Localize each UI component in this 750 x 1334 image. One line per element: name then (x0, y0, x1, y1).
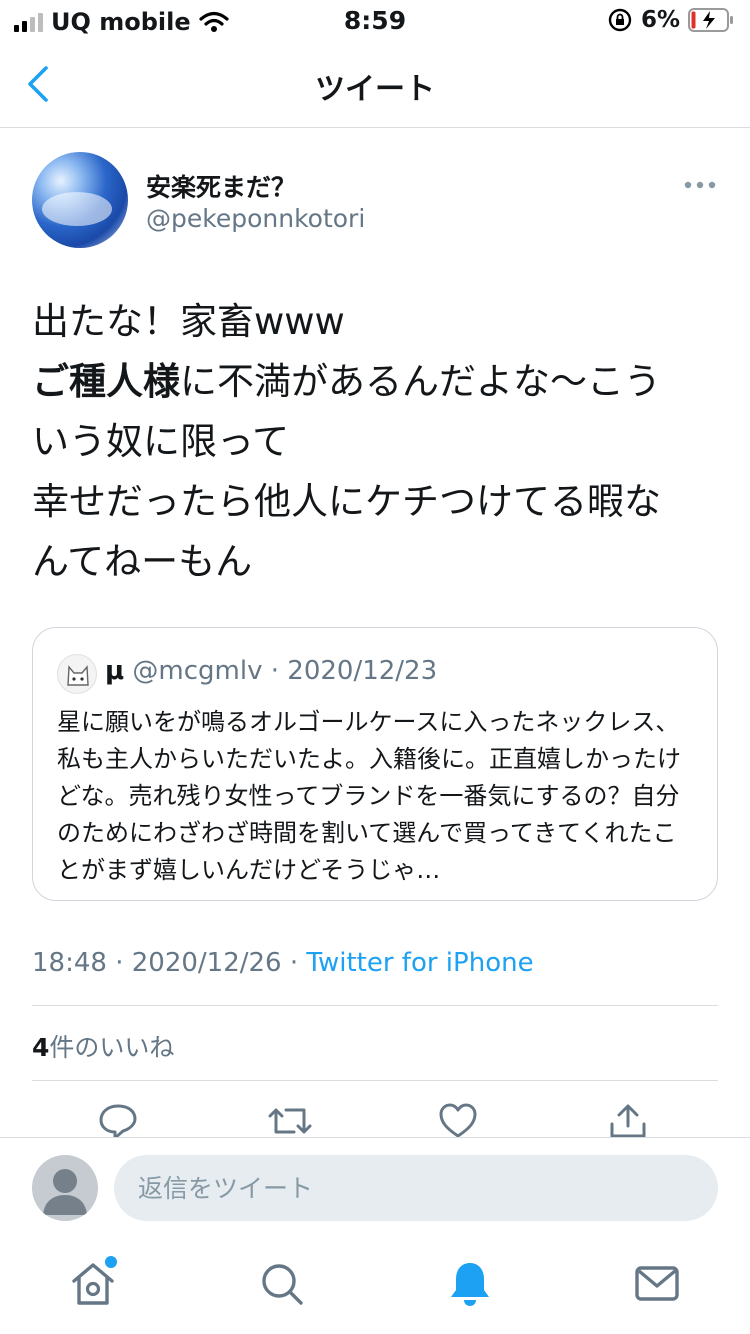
tab-bar (0, 1239, 750, 1334)
tweet-source-link[interactable]: Twitter for iPhone (306, 948, 533, 978)
tweet-line: ご種人様に不満があるんだよな〜こう (32, 352, 722, 412)
likes-label: 件のいいね (49, 1033, 175, 1062)
tweet-meta: 18:48 · 2020/12/26 · Twitter for iPhone (32, 948, 534, 978)
tweet-time: 18:48 (32, 948, 107, 978)
quoted-author-avatar (57, 654, 97, 694)
divider (32, 1080, 718, 1081)
orientation-lock-icon (608, 8, 632, 32)
tweet-line: んてねーもん (32, 540, 253, 583)
tweet-line: 出たな！家畜www (32, 300, 345, 343)
tweet-line: 幸せだったら他人にケチつけてる暇な (32, 480, 661, 523)
retweet-icon[interactable] (268, 1102, 312, 1138)
nav-bar: ツイート (0, 44, 750, 128)
reply-input[interactable] (114, 1155, 718, 1221)
author-handle[interactable]: @pekeponnkotori (146, 204, 365, 233)
divider (32, 1005, 718, 1006)
quoted-author-handle: @mcgmlv (132, 656, 263, 686)
likes-count: 4 (32, 1033, 50, 1062)
tweet-text: 出たな！家畜www ご種人様に不満があるんだよな〜こう いう奴に限って 幸せだっ… (32, 292, 722, 592)
messages-icon[interactable] (632, 1259, 682, 1309)
battery-icon (688, 8, 733, 32)
tweet-bold-text: ご種人様 (32, 360, 180, 403)
battery-percent: 6% (640, 7, 680, 33)
quoted-tweet[interactable]: μ @mcgmlv · 2020/12/23 星に願いをが鳴るオルゴールケースに… (32, 627, 718, 901)
status-bar: UQ mobile 8:59 6% (0, 0, 750, 44)
meta-separator: · (115, 948, 124, 978)
meta-separator: · (289, 948, 299, 978)
like-icon[interactable] (438, 1102, 478, 1138)
comment-icon[interactable] (98, 1102, 138, 1138)
page-title: ツイート (315, 72, 435, 107)
tweet-date: 2020/12/26 (131, 948, 282, 978)
user-avatar[interactable] (32, 1155, 98, 1221)
home-new-dot (105, 1256, 117, 1268)
reply-bar (0, 1137, 750, 1239)
notifications-icon[interactable] (445, 1259, 495, 1309)
likes-link[interactable]: 4件のいいね (32, 1028, 174, 1064)
author-avatar[interactable] (32, 152, 128, 248)
share-icon[interactable] (608, 1102, 648, 1138)
quoted-tweet-header: μ @mcgmlv · 2020/12/23 (105, 656, 437, 686)
tweet-line: いう奴に限って (32, 420, 290, 463)
quoted-separator: · (270, 656, 280, 686)
author-name[interactable]: 安楽死まだ？ (146, 168, 296, 204)
search-icon[interactable] (257, 1259, 307, 1309)
status-right: 6% (607, 7, 734, 33)
quoted-date: 2020/12/23 (287, 656, 438, 686)
quoted-tweet-text: 星に願いをが鳴るオルゴールケースに入ったネックレス、私も主人からいただいたよ。入… (57, 708, 681, 884)
more-options-icon[interactable] (684, 180, 716, 190)
quoted-author-name: μ (105, 656, 125, 686)
tweet-line-rest: に不満があるんだよな〜こう (180, 360, 661, 403)
tweet-actions (0, 1098, 750, 1138)
